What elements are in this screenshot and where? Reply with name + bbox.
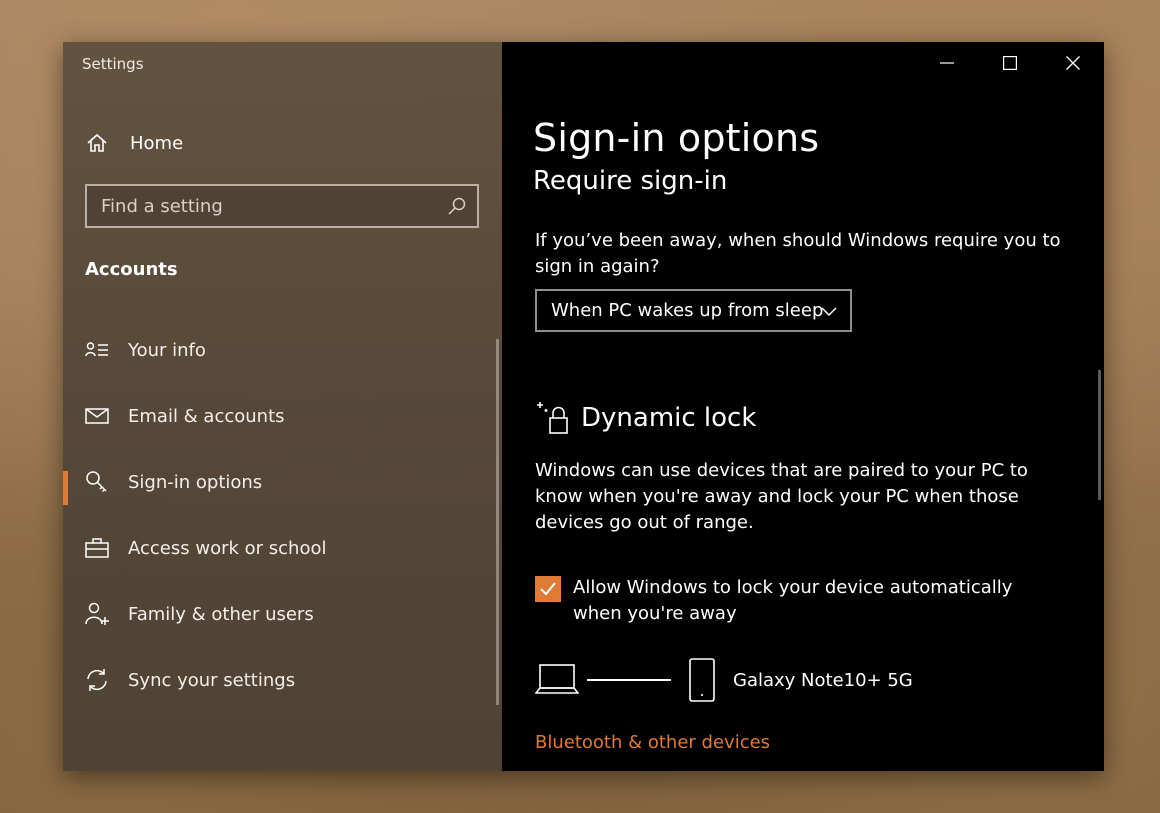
sidebar-item-label: Sync your settings — [128, 669, 296, 691]
sidebar-item-sign-in-options[interactable]: Sign-in options — [63, 449, 502, 515]
home-icon — [85, 131, 109, 155]
sidebar: Settings Home Accounts — [63, 42, 502, 771]
require-signin-title: Require sign-in — [533, 166, 728, 196]
dynamic-lock-checkbox-row[interactable]: Allow Windows to lock your device automa… — [535, 575, 1065, 627]
require-signin-dropdown[interactable]: When PC wakes up from sleep — [535, 289, 852, 332]
sidebar-item-label: Family & other users — [128, 603, 314, 625]
settings-window: Settings Home Accounts — [63, 42, 1104, 771]
sidebar-item-label: Access work or school — [128, 537, 327, 559]
sidebar-item-label: Your info — [128, 339, 206, 361]
sidebar-nav: Your info Email & accounts Sign-in optio… — [63, 317, 502, 713]
active-indicator — [63, 471, 68, 505]
contact-info-icon — [85, 338, 109, 362]
sidebar-item-sync-settings[interactable]: Sync your settings — [63, 647, 502, 713]
sidebar-scrollbar[interactable] — [496, 339, 499, 705]
close-button[interactable] — [1041, 42, 1104, 84]
sidebar-item-email-accounts[interactable]: Email & accounts — [63, 383, 502, 449]
dynamic-lock-checkbox-label: Allow Windows to lock your device automa… — [573, 577, 1013, 624]
connection-line — [587, 679, 671, 681]
sync-icon — [85, 668, 109, 692]
paired-device-row: Galaxy Note10+ 5G — [534, 657, 913, 703]
paired-device-name: Galaxy Note10+ 5G — [733, 669, 913, 691]
close-icon — [1065, 56, 1080, 70]
dynamic-lock-icon — [535, 400, 571, 436]
add-person-icon — [85, 602, 109, 626]
dynamic-lock-description: Windows can use devices that are paired … — [535, 460, 1028, 533]
search-input[interactable] — [101, 194, 431, 218]
window-controls — [915, 42, 1104, 84]
chevron-down-icon — [820, 302, 838, 320]
dropdown-value: When PC wakes up from sleep — [551, 300, 824, 321]
bluetooth-devices-link[interactable]: Bluetooth & other devices — [535, 732, 770, 753]
briefcase-icon — [85, 536, 109, 560]
sidebar-item-label: Sign-in options — [128, 471, 263, 493]
checkmark-icon — [540, 582, 556, 596]
sidebar-item-your-info[interactable]: Your info — [63, 317, 502, 383]
main-content: Sign-in options Require sign-in If you’v… — [502, 42, 1104, 771]
sidebar-item-family-users[interactable]: Family & other users — [63, 581, 502, 647]
dynamic-lock-header: Dynamic lock — [535, 398, 756, 438]
laptop-icon — [534, 662, 580, 698]
phone-icon — [688, 657, 716, 703]
main-scrollbar[interactable] — [1098, 370, 1101, 500]
key-icon — [85, 470, 109, 494]
minimize-button[interactable] — [915, 42, 978, 84]
home-label: Home — [130, 132, 184, 154]
dynamic-lock-checkbox[interactable] — [535, 576, 561, 602]
mail-icon — [85, 404, 109, 428]
require-signin-prompt: If you’ve been away, when should Windows… — [535, 230, 1061, 277]
dynamic-lock-title: Dynamic lock — [581, 403, 757, 433]
search-box[interactable] — [85, 184, 479, 228]
search-icon[interactable] — [447, 196, 467, 216]
maximize-button[interactable] — [978, 42, 1041, 84]
section-title: Accounts — [85, 259, 178, 280]
home-nav-item[interactable]: Home — [85, 128, 183, 158]
sidebar-item-access-work-school[interactable]: Access work or school — [63, 515, 502, 581]
app-title: Settings — [82, 55, 144, 73]
maximize-icon — [1002, 56, 1017, 70]
sidebar-item-label: Email & accounts — [128, 405, 285, 427]
minimize-icon — [939, 62, 954, 64]
page-title: Sign-in options — [533, 116, 820, 160]
